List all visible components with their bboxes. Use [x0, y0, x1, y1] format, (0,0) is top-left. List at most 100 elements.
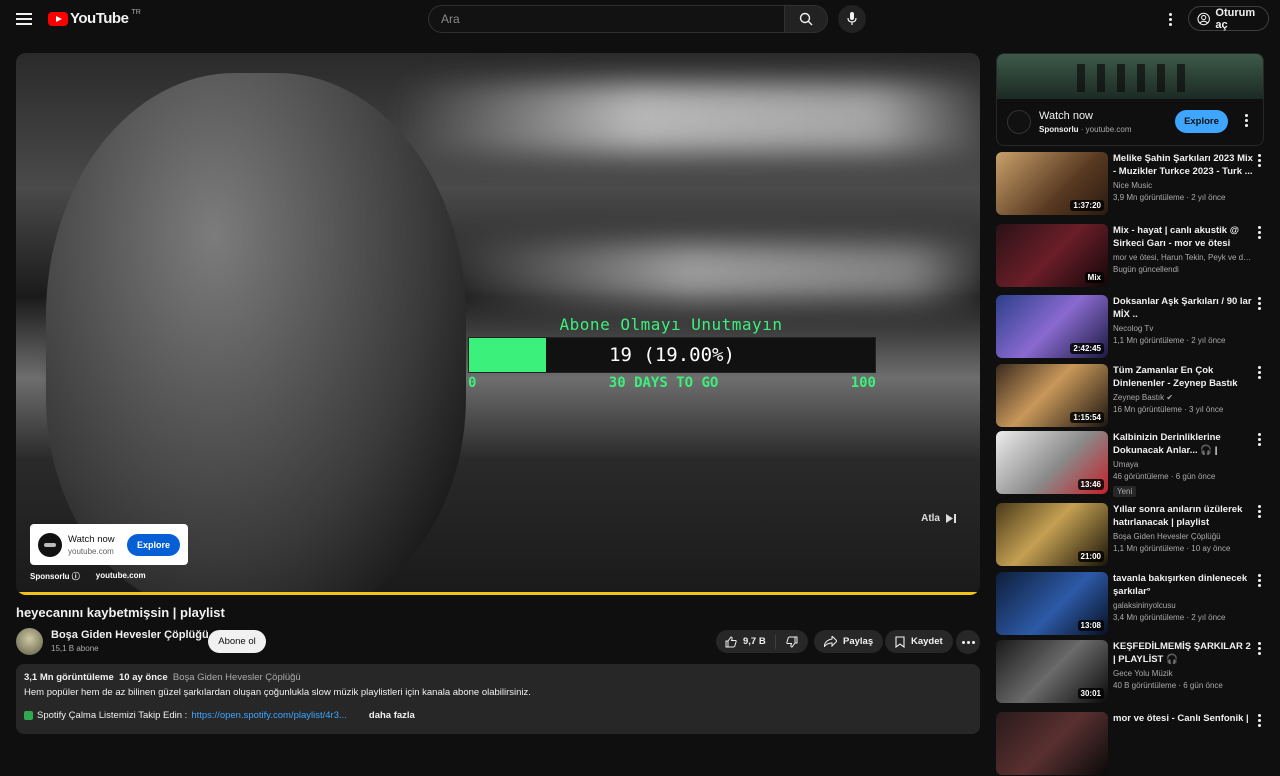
spotify-text: Spotify Çalma Listemizi Takip Edin :	[37, 710, 188, 721]
ad-explore-button[interactable]: Explore	[126, 533, 180, 556]
video-duration: 30:01	[1077, 688, 1104, 699]
recommendation-meta: 16 Mn görüntüleme · 3 yıl önce	[1113, 405, 1224, 414]
recommendation-title[interactable]: tavanla bakışırken dinlenecek şarkılar°	[1113, 572, 1253, 598]
recommendation-menu-icon[interactable]	[1258, 154, 1261, 167]
recommendation-menu-icon[interactable]	[1258, 642, 1261, 655]
recommendation-menu-icon[interactable]	[1258, 433, 1261, 446]
recommendation-item[interactable]: 13:46 Kalbinizin Derinliklerine Dokunaca…	[996, 431, 1268, 497]
recommendation-title[interactable]: Doksanlar Aşk Şarkıları / 90 lar MİX ..	[1113, 295, 1253, 321]
goal-max: 100	[850, 375, 876, 391]
channel-name[interactable]: Boşa Giden Hevesler Çöplüğü	[51, 629, 209, 641]
video-thumbnail[interactable]: 13:08	[996, 572, 1108, 635]
dislike-button[interactable]	[776, 636, 808, 648]
subscriber-count: 15,1 B abone	[51, 644, 99, 653]
ad-progress-line	[16, 592, 980, 595]
like-button[interactable]: 9,7 B	[716, 634, 776, 649]
recommendation-item[interactable]: 30:01 KEŞFEDİLMEMİŞ ŞARKILAR 2 | PLAYLİS…	[996, 640, 1268, 704]
recommendation-menu-icon[interactable]	[1258, 505, 1261, 518]
recommendation-title[interactable]: Kalbinizin Derinliklerine Dokunacak Anla…	[1113, 431, 1253, 457]
recommendation-menu-icon[interactable]	[1258, 297, 1261, 310]
recommendation-title[interactable]: KEŞFEDİLMEMİŞ ŞARKILAR 2 | PLAYLİST 🎧	[1113, 640, 1253, 666]
share-button[interactable]: Paylaş	[814, 630, 884, 653]
sidebar-ad-row: Watch now Sponsorlu · youtube.com Explor…	[1007, 108, 1257, 138]
light-streak	[396, 83, 980, 153]
ad-footer: Sponsorlu ⓘ youtube.com	[30, 571, 146, 582]
spotify-link[interactable]: https://open.spotify.com/playlist/4r3...	[191, 710, 347, 721]
show-more-button[interactable]: daha fazla	[369, 710, 415, 721]
recommendation-meta: 1,1 Mn görüntüleme · 10 ay önce	[1113, 544, 1231, 553]
recommendation-menu-icon[interactable]	[1258, 574, 1261, 587]
recommendation-item[interactable]: 1:15:54 Tüm Zamanlar En Çok Dinlenenler …	[996, 364, 1268, 428]
overlay-title: Abone Olmayı Unutmayın	[559, 315, 783, 334]
thumbs-up-icon	[725, 635, 737, 647]
recommendation-item[interactable]: 2:42:45 Doksanlar Aşk Şarkıları / 90 lar…	[996, 295, 1268, 359]
video-duration: 2:42:45	[1070, 343, 1104, 354]
video-thumbnail[interactable]: 1:15:54	[996, 364, 1108, 427]
recommendation-title[interactable]: Tüm Zamanlar En Çok Dinlenenler - Zeynep…	[1113, 364, 1253, 390]
video-duration: 13:46	[1077, 479, 1104, 490]
search-button[interactable]	[784, 5, 828, 33]
channel-tag[interactable]: Boşa Giden Hevesler Çöplüğü	[173, 672, 301, 683]
recommendation-channel[interactable]: Boşa Giden Hevesler Çöplüğü	[1113, 532, 1253, 541]
recommendation-title[interactable]: Yıllar sonra anıların üzülerek hatırlana…	[1113, 503, 1253, 529]
recommendation-channel[interactable]: Umaya	[1113, 460, 1253, 469]
video-thumbnail[interactable]: 13:46	[996, 431, 1108, 494]
ad-overlay-card[interactable]: Watch now youtube.com Explore	[30, 524, 188, 565]
recommendation-channel[interactable]: mor ve ötesi, Harun Tekin, Peyk ve daha …	[1113, 253, 1253, 262]
ad-sponsored-label: Sponsorlu ⓘ	[30, 572, 80, 581]
recommendation-info: Kalbinizin Derinliklerine Dokunacak Anla…	[1113, 431, 1253, 499]
goal-min: 0	[468, 375, 477, 391]
menu-icon[interactable]	[16, 13, 32, 25]
recommendation-menu-icon[interactable]	[1258, 366, 1261, 379]
recommendation-channel[interactable]: Nice Music	[1113, 181, 1253, 190]
channel-avatar[interactable]	[16, 628, 43, 655]
recommendation-item[interactable]: Mix Mix - hayat | canlı akustik @ Sirkec…	[996, 224, 1268, 288]
video-thumbnail[interactable]: 2:42:45	[996, 295, 1108, 358]
recommendation-meta: 46 görüntüleme · 6 gün önce	[1113, 472, 1216, 481]
recommendation-item[interactable]: 21:00 Yıllar sonra anıların üzülerek hat…	[996, 503, 1268, 567]
save-button[interactable]: Kaydet	[885, 630, 953, 653]
video-thumbnail[interactable]: 30:01	[996, 640, 1108, 703]
sidebar-ad[interactable]: Watch now Sponsorlu · youtube.com Explor…	[996, 53, 1264, 146]
subscribe-button[interactable]: Abone ol	[208, 630, 266, 653]
spotify-line: Spotify Çalma Listemizi Takip Edin : htt…	[24, 710, 972, 721]
video-player[interactable]: Abone Olmayı Unutmayın 19 (19.00%) 0 30 …	[16, 53, 980, 595]
youtube-play-icon	[48, 11, 68, 26]
recommendation-title[interactable]: mor ve ötesi - Canlı Senfonik |	[1113, 712, 1253, 725]
recommendation-channel[interactable]: Zeynep Bastık ✔	[1113, 393, 1253, 402]
recommendation-channel[interactable]: Necolog Tv	[1113, 324, 1253, 333]
recommendation-info: Tüm Zamanlar En Çok Dinlenenler - Zeynep…	[1113, 364, 1253, 414]
upload-age: 10 ay önce	[119, 672, 168, 683]
video-thumbnail[interactable]: Mix	[996, 224, 1108, 287]
recommendation-channel[interactable]: Gece Yolu Müzik	[1113, 669, 1253, 678]
youtube-logo[interactable]: YouTube TR	[48, 9, 141, 27]
recommendation-title[interactable]: Melike Şahin Şarkıları 2023 Mix - Muzikl…	[1113, 152, 1253, 178]
settings-menu-icon[interactable]	[1160, 10, 1180, 28]
more-actions-button[interactable]	[956, 630, 980, 654]
bookmark-icon	[895, 635, 905, 648]
logo-text: YouTube	[70, 10, 129, 27]
recommendation-channel[interactable]: galaksininyolcusu	[1113, 601, 1253, 610]
recommendation-menu-icon[interactable]	[1258, 226, 1261, 239]
recommendation-meta: 3,9 Mn görüntüleme · 2 yıl önce	[1113, 193, 1226, 202]
sidebar-ad-explore-button[interactable]: Explore	[1175, 110, 1228, 133]
signin-button[interactable]: Oturum aç	[1188, 6, 1269, 31]
ad-footer-domain[interactable]: youtube.com	[96, 571, 146, 582]
recommendation-item[interactable]: 1:37:20 Melike Şahin Şarkıları 2023 Mix …	[996, 152, 1268, 216]
sidebar-ad-menu-icon[interactable]	[1245, 114, 1248, 127]
voice-search-button[interactable]	[838, 5, 866, 33]
recommendation-menu-icon[interactable]	[1258, 714, 1261, 727]
description-box[interactable]: 3,1 Mn görüntüleme 10 ay önce Boşa Giden…	[16, 664, 980, 734]
info-icon[interactable]: ⓘ	[72, 572, 80, 581]
video-thumbnail[interactable]	[996, 712, 1108, 775]
recommendation-item[interactable]: mor ve ötesi - Canlı Senfonik |	[996, 712, 1268, 776]
recommendation-title[interactable]: Mix - hayat | canlı akustik @ Sirkeci Ga…	[1113, 224, 1253, 250]
video-thumbnail[interactable]: 1:37:20	[996, 152, 1108, 215]
search-input[interactable]: Ara	[428, 5, 784, 33]
ad-banner-image[interactable]	[997, 54, 1263, 99]
skip-ad-button[interactable]: Atla	[921, 513, 956, 524]
account-icon	[1197, 12, 1210, 25]
video-thumbnail[interactable]: 21:00	[996, 503, 1108, 566]
recommendation-item[interactable]: 13:08 tavanla bakışırken dinlenecek şark…	[996, 572, 1268, 636]
share-label: Paylaş	[843, 636, 874, 647]
